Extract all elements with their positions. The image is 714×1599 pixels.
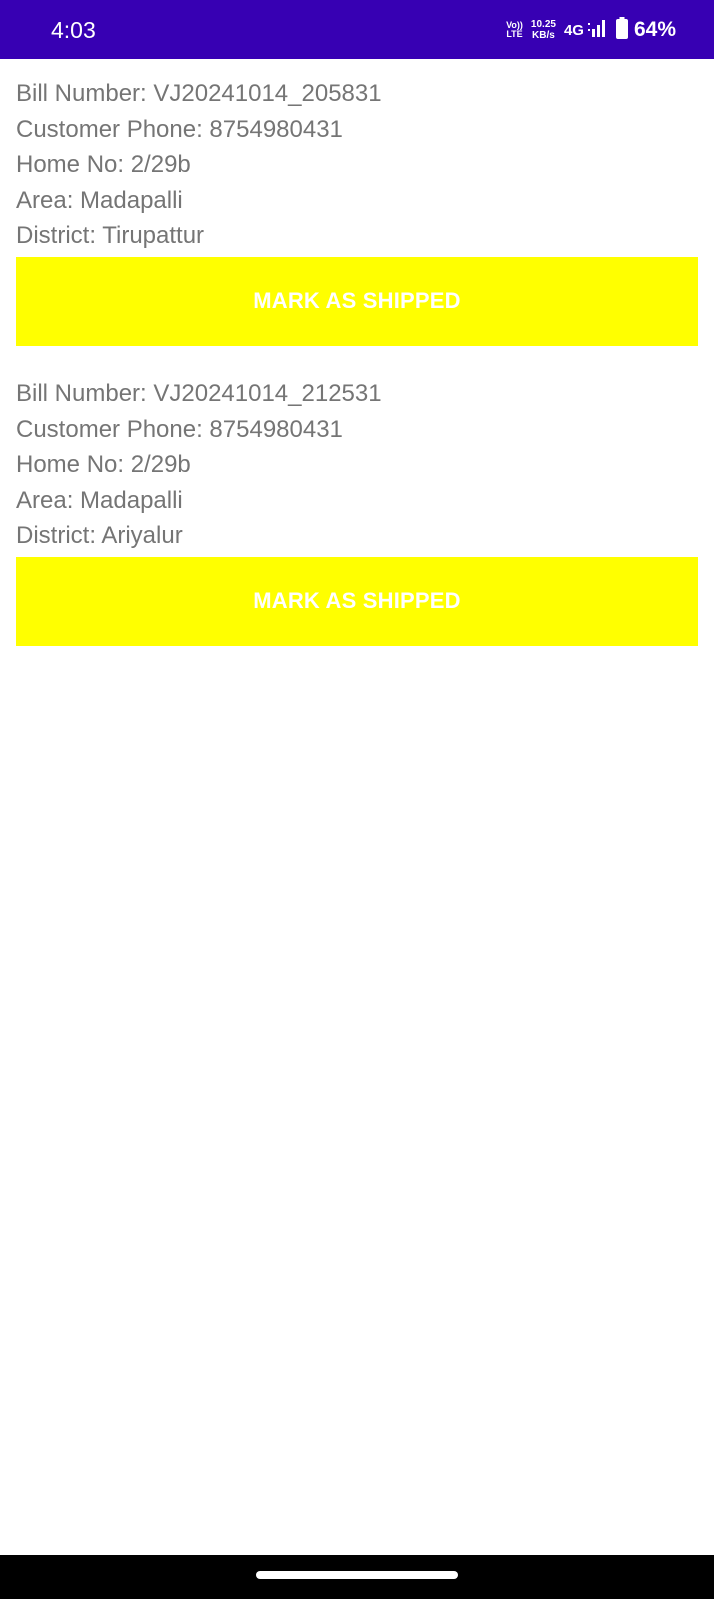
- home-number: Home No: 2/29b: [16, 151, 191, 178]
- battery-percentage: 64%: [633, 18, 676, 41]
- bill-number: Bill Number: VJ20241014_212531: [16, 380, 382, 407]
- status-time: 4:03: [51, 17, 96, 43]
- home-gesture-handle[interactable]: [256, 1571, 458, 1579]
- signal-icon: [587, 19, 608, 42]
- volte-icon: Vo)) LTE: [506, 21, 523, 39]
- customer-phone: Customer Phone: 8754980431: [16, 415, 343, 443]
- order-card: Bill Number: VJ20241014_205831 Customer …: [16, 76, 698, 346]
- status-bar: 4:03 Vo)) LTE 10.25 KB/s 4G 64%: [0, 0, 714, 59]
- area: Area: Madapalli: [16, 186, 183, 214]
- district: District: Ariyalur: [16, 522, 183, 549]
- status-icons: Vo)) LTE 10.25 KB/s 4G 64%: [506, 16, 676, 44]
- area: Area: Madapalli: [16, 486, 183, 514]
- volte-bottom-label: LTE: [506, 29, 523, 39]
- navigation-bar: [0, 1555, 714, 1599]
- order-card: Bill Number: VJ20241014_212531 Customer …: [16, 376, 698, 646]
- network-speed: 10.25 KB/s: [531, 19, 556, 41]
- customer-phone: Customer Phone: 8754980431: [16, 115, 343, 143]
- network-type: 4G: [563, 21, 584, 39]
- home-number: Home No: 2/29b: [16, 451, 191, 478]
- network-speed-value: 10.25: [530, 19, 556, 30]
- district: District: Tirupattur: [16, 222, 205, 249]
- mark-as-shipped-button[interactable]: MARK AS SHIPPED: [16, 256, 698, 346]
- battery-icon: [615, 16, 628, 44]
- network-speed-unit: KB/s: [532, 30, 555, 41]
- bill-number: Bill Number: VJ20241014_205831: [16, 80, 382, 107]
- mark-as-shipped-button[interactable]: MARK AS SHIPPED: [16, 556, 698, 646]
